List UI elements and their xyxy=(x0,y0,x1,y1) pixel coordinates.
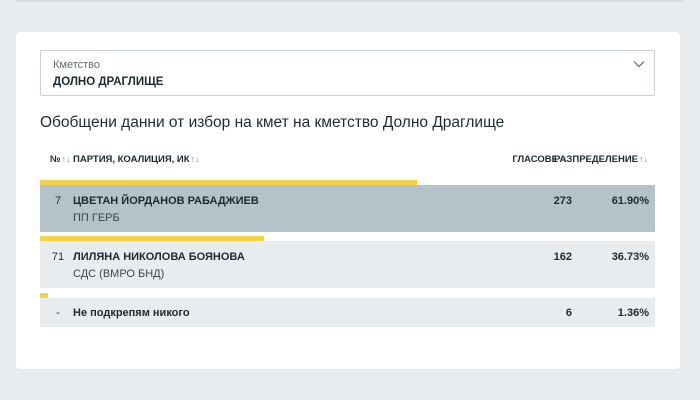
candidate-percent: 61.90% xyxy=(611,195,649,207)
row-number: 7 xyxy=(54,195,62,207)
candidate-name: ЛИЛЯНА НИКОЛОВА БОЯНОВА xyxy=(73,251,245,263)
table-row[interactable]: 7 ЦВЕТАН ЙОРДАНОВ РАБАДЖИЕВ ПП ГЕРБ 273 … xyxy=(40,185,655,232)
row-number: 71 xyxy=(51,251,65,263)
page-title: Обобщени данни от избор на кмет на кметс… xyxy=(40,114,505,131)
table-row[interactable]: 71 ЛИЛЯНА НИКОЛОВА БОЯНОВА СДС (ВМРО БНД… xyxy=(40,241,655,288)
row-number: - xyxy=(56,307,60,319)
candidate-name: ЦВЕТАН ЙОРДАНОВ РАБАДЖИЕВ xyxy=(73,195,259,207)
mayoralty-select[interactable]: Кметство ДОЛНО ДРАГЛИЩЕ xyxy=(40,50,655,96)
mayoralty-select-value: ДОЛНО ДРАГЛИЩЕ xyxy=(53,76,164,88)
candidate-party: ПП ГЕРБ xyxy=(73,212,120,224)
column-party-header[interactable]: ПАРТИЯ, КОАЛИЦИЯ, ИК↑↓ xyxy=(73,154,200,165)
sort-icon: ↑↓ xyxy=(61,154,71,164)
sort-icon: ↑↓ xyxy=(190,154,200,164)
chevron-down-icon[interactable] xyxy=(632,57,646,71)
top-divider xyxy=(16,0,684,2)
results-card: Кметство ДОЛНО ДРАГЛИЩЕ Обобщени данни о… xyxy=(16,32,680,369)
candidate-votes: 162 xyxy=(553,251,572,263)
mayoralty-select-label: Кметство xyxy=(53,59,101,71)
sort-icon: ↑↓ xyxy=(639,154,648,164)
candidate-party: СДС (ВМРО БНД) xyxy=(73,268,165,280)
candidate-votes: 273 xyxy=(553,195,572,207)
column-number-header[interactable]: №↑↓ xyxy=(50,154,71,165)
table-header: №↑↓ ПАРТИЯ, КОАЛИЦИЯ, ИК↑↓ ГЛАСОВЕ↑↓ РАЗ… xyxy=(40,152,655,168)
candidate-percent: 36.73% xyxy=(611,251,649,263)
candidate-name: Не подкрепям никого xyxy=(73,307,190,319)
candidate-percent: 1.36% xyxy=(617,307,649,319)
candidate-votes: 6 xyxy=(565,307,572,319)
table-row[interactable]: - Не подкрепям никого 6 1.36% xyxy=(40,298,655,327)
column-distribution-header[interactable]: РАЗПРЕДЕЛЕНИЕ↑↓ xyxy=(554,154,648,165)
